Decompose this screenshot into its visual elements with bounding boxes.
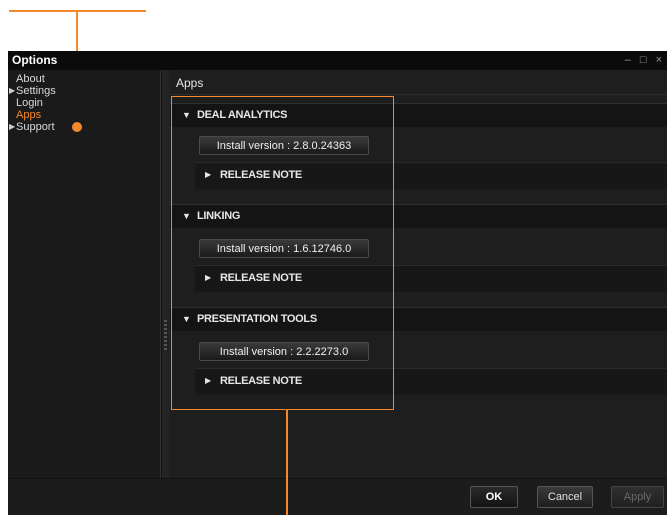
- title-bar: Options – □ ×: [8, 51, 667, 70]
- caret-right-icon[interactable]: ▶: [9, 121, 15, 133]
- divider: [170, 94, 667, 95]
- maximize-icon[interactable]: □: [640, 54, 650, 66]
- cancel-button[interactable]: Cancel: [537, 486, 593, 508]
- sidebar-item-label: Apps: [16, 109, 42, 121]
- dialog-footer: OK Cancel Apply: [8, 478, 667, 515]
- sidebar-item-label: Settings: [16, 85, 56, 97]
- window-title: Options: [12, 53, 58, 67]
- close-icon[interactable]: ×: [656, 54, 665, 66]
- apply-button[interactable]: Apply: [611, 486, 664, 508]
- sidebar-item-label: About: [16, 73, 45, 85]
- sidebar-item-support[interactable]: ▶ Support: [8, 121, 160, 133]
- sidebar-nav: About ▶ Settings Login Apps ▶ Support: [8, 70, 161, 478]
- window-controls: – □ ×: [625, 54, 665, 66]
- page-title: Apps: [176, 76, 204, 90]
- splitter-grip-icon[interactable]: [164, 320, 167, 350]
- annotation-line-bottom: [286, 410, 288, 515]
- sidebar-item-settings[interactable]: ▶ Settings: [8, 85, 160, 97]
- minimize-icon[interactable]: –: [625, 54, 634, 66]
- annotation-dot: [72, 122, 82, 132]
- sidebar-item-about[interactable]: About: [8, 73, 160, 85]
- sidebar-item-label: Login: [16, 97, 43, 109]
- caret-right-icon[interactable]: ▶: [9, 85, 15, 97]
- sidebar-item-apps[interactable]: Apps: [8, 109, 160, 121]
- annotation-highlight-box: [171, 96, 394, 410]
- ok-button[interactable]: OK: [470, 486, 518, 508]
- sidebar-item-label: Support: [16, 121, 55, 133]
- sidebar-item-login[interactable]: Login: [8, 97, 160, 109]
